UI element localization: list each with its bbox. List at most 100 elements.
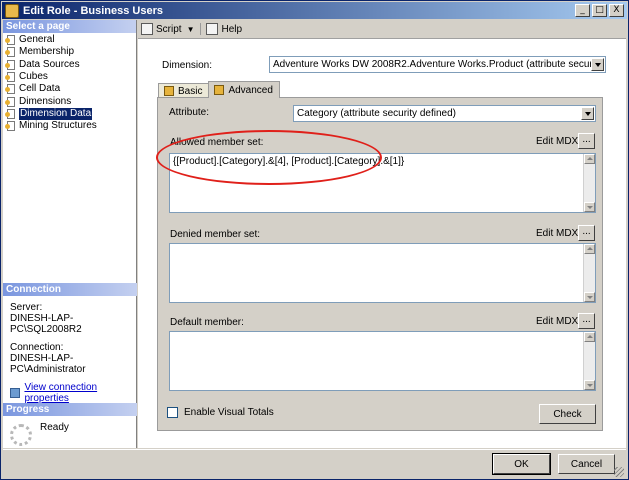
page-list: General Membership Data Sources Cubes Ce… — [3, 33, 136, 132]
left-pane: Select a page General Membership Data So… — [3, 20, 137, 448]
progress-header: Progress — [3, 403, 137, 416]
check-button[interactable]: Check — [539, 404, 596, 424]
view-connection-properties-link[interactable]: View connection properties — [24, 382, 137, 404]
script-icon — [141, 23, 153, 35]
tab-advanced[interactable]: Advanced — [208, 81, 280, 98]
chevron-down-icon[interactable] — [581, 107, 594, 120]
denied-member-set-label: Denied member set: — [170, 229, 261, 240]
sidebar-item-label: Mining Structures — [19, 120, 97, 132]
scrollbar[interactable] — [583, 332, 595, 390]
page-icon — [5, 72, 16, 83]
sidebar-item-label: Cell Data — [19, 83, 61, 95]
denied-ellipsis-button[interactable]: ... — [578, 225, 595, 241]
progress-spinner-icon — [10, 424, 32, 446]
server-block: Server: DINESH-LAP-PC\SQL2008R2 — [10, 302, 137, 335]
toolbar: Script ▼ Help — [138, 20, 626, 38]
minimize-button[interactable]: _ — [575, 4, 590, 17]
enable-visual-totals-label: Enable Visual Totals — [184, 407, 274, 418]
maximize-button[interactable]: □ — [592, 4, 607, 17]
window-title: Edit Role - Business Users — [23, 4, 163, 17]
attribute-select-value: Category (attribute security defined) — [297, 108, 456, 119]
page-icon — [5, 84, 16, 95]
view-connection-row[interactable]: View connection properties — [10, 382, 137, 404]
connection-label: Connection: — [10, 342, 64, 353]
sidebar-item-general[interactable]: General — [3, 34, 136, 46]
sidebar-item-mining-structures[interactable]: Mining Structures — [3, 120, 136, 132]
sidebar-item-membership[interactable]: Membership — [3, 46, 136, 58]
sidebar-item-label: Cubes — [19, 71, 48, 83]
enable-visual-totals-checkbox[interactable] — [167, 407, 178, 418]
script-button[interactable]: Script ▼ — [141, 23, 194, 35]
select-page-header: Select a page — [3, 20, 136, 33]
progress-status: Ready — [40, 422, 69, 433]
chevron-down-icon[interactable]: ▼ — [187, 25, 195, 34]
scroll-down-icon[interactable] — [584, 202, 595, 212]
server-value: DINESH-LAP-PC\SQL2008R2 — [10, 313, 82, 335]
attribute-select[interactable]: Category (attribute security defined) — [293, 105, 596, 122]
scrollbar[interactable] — [583, 244, 595, 302]
scroll-up-icon[interactable] — [584, 332, 595, 342]
edit-mdx-allowed-link[interactable]: Edit MDX — [536, 136, 578, 147]
chevron-down-icon[interactable] — [591, 58, 604, 71]
page-icon — [5, 35, 16, 46]
sidebar-item-label: Data Sources — [19, 58, 80, 70]
connection-properties-icon — [10, 388, 21, 398]
sidebar-item-label: Dimensions — [19, 95, 72, 107]
scroll-up-icon[interactable] — [584, 244, 595, 254]
script-label: Script — [156, 23, 182, 35]
main-content: Dimension: Adventure Works DW 2008R2.Adv… — [138, 38, 626, 448]
title-bar[interactable]: Edit Role - Business Users _ □ X — [2, 2, 627, 19]
allowed-member-set-value: {[Product].[Category].&[4], [Product].[C… — [173, 156, 405, 167]
allowed-ellipsis-button[interactable]: ... — [578, 133, 595, 149]
connection-value: DINESH-LAP-PC\Administrator — [10, 353, 86, 375]
edit-mdx-denied-link[interactable]: Edit MDX — [536, 228, 578, 239]
page-icon — [5, 108, 16, 119]
help-icon — [206, 23, 219, 35]
toolbar-separator — [200, 23, 202, 35]
ok-button[interactable]: OK — [492, 453, 551, 475]
dimension-label: Dimension: — [162, 60, 213, 71]
default-ellipsis-button[interactable]: ... — [578, 313, 595, 329]
help-label: Help — [221, 23, 243, 35]
tab-strip: Basic Advanced — [158, 81, 280, 98]
close-button[interactable]: X — [609, 4, 624, 17]
scrollbar[interactable] — [583, 154, 595, 212]
edit-mdx-default-link[interactable]: Edit MDX — [536, 316, 578, 327]
page-icon — [5, 121, 16, 132]
sidebar-item-dimension-data[interactable]: Dimension Data — [3, 107, 136, 120]
scroll-down-icon[interactable] — [584, 380, 595, 390]
advanced-tab-panel: Attribute: Category (attribute security … — [157, 97, 603, 431]
role-icon — [5, 3, 19, 18]
attribute-label: Attribute: — [169, 107, 210, 118]
dimension-select-value: Adventure Works DW 2008R2.Adventure Work… — [273, 59, 606, 70]
tab-label: Basic — [178, 85, 203, 97]
resize-grip-icon[interactable] — [614, 467, 624, 477]
denied-member-set-field[interactable] — [169, 243, 596, 303]
sidebar-item-label: Membership — [19, 46, 75, 58]
sidebar-item-label: General — [19, 34, 55, 46]
cancel-button[interactable]: Cancel — [558, 454, 615, 474]
scroll-up-icon[interactable] — [584, 154, 595, 164]
default-member-field[interactable] — [169, 331, 596, 391]
connection-header: Connection — [3, 283, 137, 296]
tab-label: Advanced — [228, 84, 273, 96]
progress-body: Ready — [3, 422, 137, 446]
sidebar-item-dimensions[interactable]: Dimensions — [3, 95, 136, 107]
help-button[interactable]: Help — [206, 23, 242, 35]
tab-basic[interactable]: Basic — [158, 83, 210, 98]
allowed-member-set-field[interactable]: {[Product].[Category].&[4], [Product].[C… — [169, 153, 596, 213]
basic-tab-icon — [164, 86, 174, 96]
default-member-label: Default member: — [170, 317, 244, 328]
dimension-select[interactable]: Adventure Works DW 2008R2.Adventure Work… — [269, 56, 606, 73]
connection-block: Connection: DINESH-LAP-PC\Administrator — [10, 342, 137, 375]
sidebar-item-data-sources[interactable]: Data Sources — [3, 59, 136, 71]
sidebar-item-cubes[interactable]: Cubes — [3, 71, 136, 83]
enable-visual-totals-row[interactable]: Enable Visual Totals — [167, 407, 274, 418]
sidebar-item-label: Dimension Data — [19, 107, 93, 120]
page-icon — [5, 96, 16, 107]
connection-info: Server: DINESH-LAP-PC\SQL2008R2 Connecti… — [3, 302, 137, 404]
scroll-down-icon[interactable] — [584, 292, 595, 302]
page-icon — [5, 59, 16, 70]
dialog-footer: OK Cancel — [3, 449, 626, 479]
sidebar-item-cell-data[interactable]: Cell Data — [3, 83, 136, 95]
